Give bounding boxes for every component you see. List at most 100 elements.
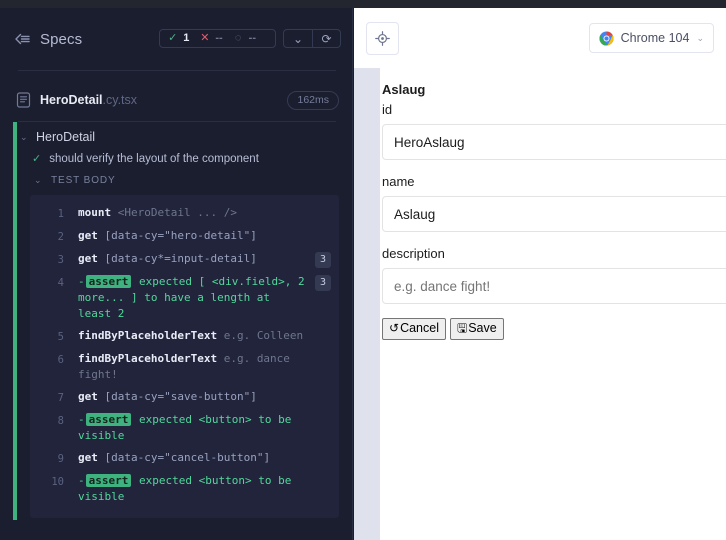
command-row[interactable]: 10- assert expected <button> to be visibl… xyxy=(30,470,339,508)
chrome-icon xyxy=(599,30,614,46)
command-method: get xyxy=(78,229,98,242)
command-method: findByPlaceholderText xyxy=(78,329,218,342)
header-divider xyxy=(18,70,336,71)
command-row[interactable]: 1 mount <HeroDetail ... /> xyxy=(30,202,339,225)
assert-dash: - xyxy=(78,275,85,288)
command-number: 9 xyxy=(57,453,64,465)
command-row[interactable]: 7 get [data-cy="save-button"] xyxy=(30,386,339,409)
command-row[interactable]: 4- assert expected [ <div.field>, 2 more.… xyxy=(30,271,339,325)
command-text: mount <HeroDetail ... /> xyxy=(64,205,331,221)
command-number: 6 xyxy=(57,354,64,366)
command-argument: [data-cy*=input-detail] xyxy=(97,252,257,265)
failed-count: -- xyxy=(215,32,223,44)
test-body-label: TEST BODY xyxy=(51,175,116,186)
selector-playground-icon[interactable] xyxy=(366,21,399,55)
spec-file-ext: .cy.tsx xyxy=(102,93,138,107)
command-argument: [data-cy="hero-detail"] xyxy=(97,229,257,242)
assert-badge: assert xyxy=(85,413,132,426)
assert-badge: assert xyxy=(85,474,132,487)
command-text: findByPlaceholderText e.g. dance fight! xyxy=(64,351,331,383)
command-number: 3 xyxy=(57,254,64,266)
command-row[interactable]: 8- assert expected <button> to be visible xyxy=(30,409,339,447)
test-title: should verify the layout of the componen… xyxy=(49,152,259,165)
command-row[interactable]: 3 get [data-cy*=input-detail] 3 xyxy=(30,248,339,271)
input-detail-name[interactable] xyxy=(382,196,726,232)
command-number: 10 xyxy=(51,476,64,488)
command-argument: e.g. Colleen xyxy=(217,329,304,342)
command-row[interactable]: 6 findByPlaceholderText e.g. dance fight! xyxy=(30,348,339,386)
command-argument: <HeroDetail ... /> xyxy=(111,206,237,219)
file-icon xyxy=(16,92,31,108)
input-detail-id[interactable] xyxy=(382,124,726,160)
save-button-label: Save xyxy=(468,321,497,335)
command-result-count: 3 xyxy=(314,252,331,268)
spec-divider xyxy=(18,121,336,122)
spec-duration-badge: 162ms xyxy=(287,90,339,110)
pending-icon: ◌ xyxy=(234,32,242,44)
test-stats: ✓ 1 ✕ -- ◌ -- xyxy=(159,29,276,48)
command-method: get xyxy=(78,451,98,464)
suite-title: HeroDetail xyxy=(36,130,96,144)
browser-selector-button[interactable]: Chrome 104 ⌄ xyxy=(588,23,714,53)
assert-dash: - xyxy=(78,413,85,426)
command-number: 1 xyxy=(57,208,64,220)
form-buttons: ↺ Cancel 🖫 Save xyxy=(382,318,726,340)
chevron-down-icon[interactable]: ⌄ xyxy=(696,33,704,44)
command-row[interactable]: 2 get [data-cy="hero-detail"] xyxy=(30,225,339,248)
command-text: get [data-cy="hero-detail"] xyxy=(64,228,331,244)
field-label-id: id xyxy=(382,102,393,117)
command-number: 7 xyxy=(57,392,64,404)
command-argument: [data-cy="cancel-button"] xyxy=(97,451,271,464)
test-tree: ⌄ HeroDetail ✓ should verify the layout … xyxy=(0,126,352,518)
input-detail-description[interactable] xyxy=(382,268,726,304)
command-text: get [data-cy="save-button"] xyxy=(64,389,331,405)
spec-file-row[interactable]: HeroDetail .cy.tsx 162ms xyxy=(0,84,352,116)
command-text: findByPlaceholderText e.g. Colleen xyxy=(64,328,331,344)
hero-detail-card: Aslaug idnamedescription ↺Cancel🖫Save xyxy=(380,76,726,340)
pending-count: -- xyxy=(248,32,256,44)
stat-failed: ✕ -- xyxy=(199,33,222,44)
stat-passed: ✓ 1 xyxy=(167,33,189,44)
browser-label: Chrome 104 xyxy=(620,31,690,45)
chevron-down-icon[interactable]: ⌄ xyxy=(20,132,29,143)
save-button[interactable]: 🖫 Save xyxy=(449,318,504,340)
cancel-button-icon: ↺ xyxy=(389,321,400,335)
command-text: - assert expected <button> to be visible xyxy=(64,412,331,444)
chevron-down-icon[interactable]: ⌄ xyxy=(34,175,43,186)
window-top-strip xyxy=(0,0,726,8)
aut-toolbar: Chrome 104 ⌄ xyxy=(354,8,726,68)
assert-dash: - xyxy=(78,474,85,487)
chevron-down-icon[interactable]: ⌄ xyxy=(284,30,312,47)
field-label-name: name xyxy=(382,174,415,189)
spec-file-name: HeroDetail xyxy=(40,93,103,107)
aut-stage: Aslaug idnamedescription ↺Cancel🖫Save xyxy=(354,68,726,540)
command-method: findByPlaceholderText xyxy=(78,352,218,365)
command-text: - assert expected <button> to be visible xyxy=(64,473,331,505)
command-number: 4 xyxy=(57,277,64,289)
cancel-button[interactable]: ↺ Cancel xyxy=(382,318,446,340)
cancel-button-label: Cancel xyxy=(400,321,439,335)
cross-icon: ✕ xyxy=(200,32,210,44)
specs-header: Specs ✓ 1 ✕ -- ◌ -- ⌄ ⟳ xyxy=(0,8,352,70)
command-row[interactable]: 5 findByPlaceholderText e.g. Colleen xyxy=(30,325,339,348)
stat-pending: ◌ -- xyxy=(233,33,256,44)
command-method: get xyxy=(78,252,98,265)
command-method: get xyxy=(78,390,98,403)
assert-badge: assert xyxy=(85,275,132,288)
reload-icon[interactable]: ⟳ xyxy=(312,30,340,47)
passed-count: 1 xyxy=(183,32,190,44)
save-button-icon: 🖫 xyxy=(456,321,468,335)
test-row[interactable]: ✓ should verify the layout of the compon… xyxy=(0,148,352,169)
specs-title[interactable]: Specs xyxy=(40,31,82,48)
command-text: get [data-cy="cancel-button"] xyxy=(64,450,331,466)
command-text: - assert expected [ <div.field>, 2 more..… xyxy=(64,274,309,322)
check-icon: ✓ xyxy=(168,32,178,44)
hero-fields: id name description xyxy=(382,102,726,304)
check-icon: ✓ xyxy=(32,153,42,165)
command-method: mount xyxy=(78,206,112,219)
command-row[interactable]: 9 get [data-cy="cancel-button"] xyxy=(30,447,339,470)
suite-row-herodetail[interactable]: ⌄ HeroDetail xyxy=(0,126,352,148)
test-body-header[interactable]: ⌄ TEST BODY xyxy=(0,169,352,191)
command-list: 1 mount <HeroDetail ... /> 2 get [data-cy="… xyxy=(30,195,339,518)
collapse-left-icon[interactable] xyxy=(14,32,31,46)
